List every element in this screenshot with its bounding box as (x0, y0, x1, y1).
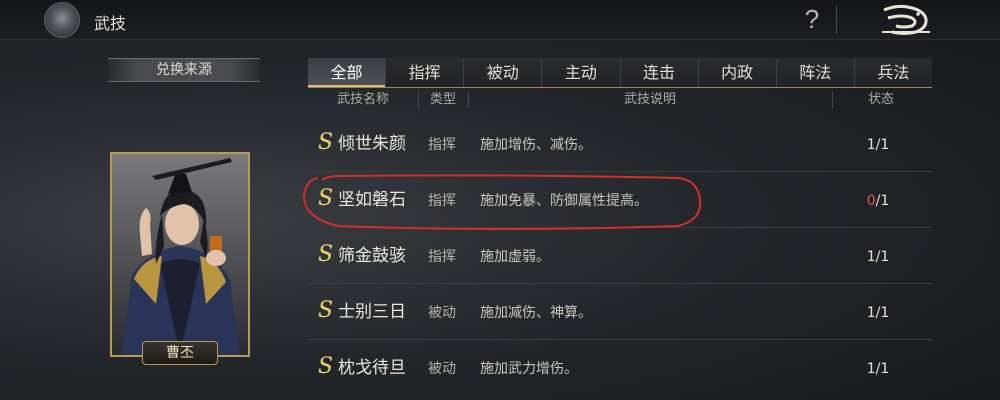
emblem-icon (44, 2, 80, 38)
column-divider (468, 92, 469, 108)
skill-description: 施加减伤、神算。 (480, 305, 592, 321)
skill-row[interactable]: S 筛金鼓骇 指挥 施加虚弱。 1/1 (308, 228, 932, 284)
skill-row[interactable]: S 枕戈待旦 被动 施加武力增伤。 1/1 (308, 340, 932, 396)
skill-name: 筛金鼓骇 (338, 246, 406, 266)
skill-type: 被动 (428, 305, 456, 321)
status-current: 1 (866, 361, 876, 377)
column-header-description: 武技说明 (623, 92, 676, 107)
tab-combo[interactable]: 连击 (619, 58, 698, 87)
status-total: /1 (875, 137, 890, 153)
skill-description: 施加免暴、防御属性提高。 (480, 193, 648, 209)
category-tabs: 全部 指挥 被动 主动 连击 内政 阵法 兵法 (308, 58, 932, 88)
grade-badge: S (318, 242, 334, 267)
status-total: /1 (875, 305, 890, 321)
column-header-name: 武技名称 (336, 92, 389, 107)
status-total: /1 (875, 361, 890, 377)
grade-badge: S (318, 186, 334, 211)
status-current: 1 (866, 305, 876, 321)
skill-type: 指挥 (428, 249, 456, 265)
skill-row[interactable]: S 士别三日 被动 施加减伤、神算。 1/1 (308, 284, 932, 340)
skill-status: 1/1 (848, 303, 908, 323)
status-current: 1 (866, 137, 876, 153)
status-total: /1 (875, 249, 890, 265)
skill-row[interactable]: S 坚如磐石 指挥 施加免暴、防御属性提高。 0/1 (308, 172, 932, 228)
character-card (110, 152, 250, 357)
skill-type: 指挥 (428, 193, 456, 209)
status-current: 1 (866, 249, 876, 265)
skill-type: 被动 (428, 361, 456, 377)
skill-status: 0/1 (848, 191, 908, 211)
skill-name: 倾世朱颜 (338, 134, 406, 154)
tab-passive[interactable]: 被动 (463, 58, 541, 87)
column-header-type: 类型 (429, 92, 456, 107)
tab-command[interactable]: 指挥 (385, 58, 463, 87)
skill-description: 施加武力增伤。 (480, 361, 578, 377)
top-bar: 武技 ? (0, 0, 1000, 40)
tab-domestic[interactable]: 内政 (697, 58, 776, 87)
character-portrait (112, 154, 248, 355)
page-title: 武技 (94, 14, 127, 33)
character-name-plate: 曹丕 (142, 341, 218, 365)
divider (836, 6, 837, 34)
skill-status: 1/1 (848, 135, 908, 155)
skill-description: 施加增伤、减伤。 (480, 137, 592, 153)
grade-badge: S (318, 130, 334, 155)
dragon-back-icon[interactable] (878, 2, 934, 38)
column-header-status: 状态 (867, 92, 894, 107)
skill-name: 士别三日 (338, 302, 406, 322)
status-current: 0 (866, 193, 876, 209)
skill-name: 枕戈待旦 (338, 358, 406, 378)
tab-formation[interactable]: 阵法 (775, 58, 854, 87)
column-divider (832, 92, 833, 108)
skill-description: 施加虚弱。 (480, 249, 550, 265)
tab-tactics[interactable]: 兵法 (853, 58, 932, 87)
skill-status: 1/1 (848, 359, 908, 379)
exchange-source-label[interactable]: 兑换来源 (108, 58, 260, 82)
skill-status: 1/1 (848, 247, 908, 267)
grade-badge: S (318, 298, 334, 323)
tab-active[interactable]: 主动 (541, 58, 619, 87)
skill-row[interactable]: S 倾世朱颜 指挥 施加增伤、减伤。 1/1 (308, 116, 932, 172)
column-divider (418, 92, 419, 108)
status-total: /1 (875, 193, 890, 209)
skill-name: 坚如磐石 (338, 190, 406, 210)
help-icon[interactable]: ? (800, 4, 824, 34)
grade-badge: S (318, 354, 334, 379)
tab-all[interactable]: 全部 (308, 58, 386, 87)
skill-type: 指挥 (428, 137, 456, 153)
